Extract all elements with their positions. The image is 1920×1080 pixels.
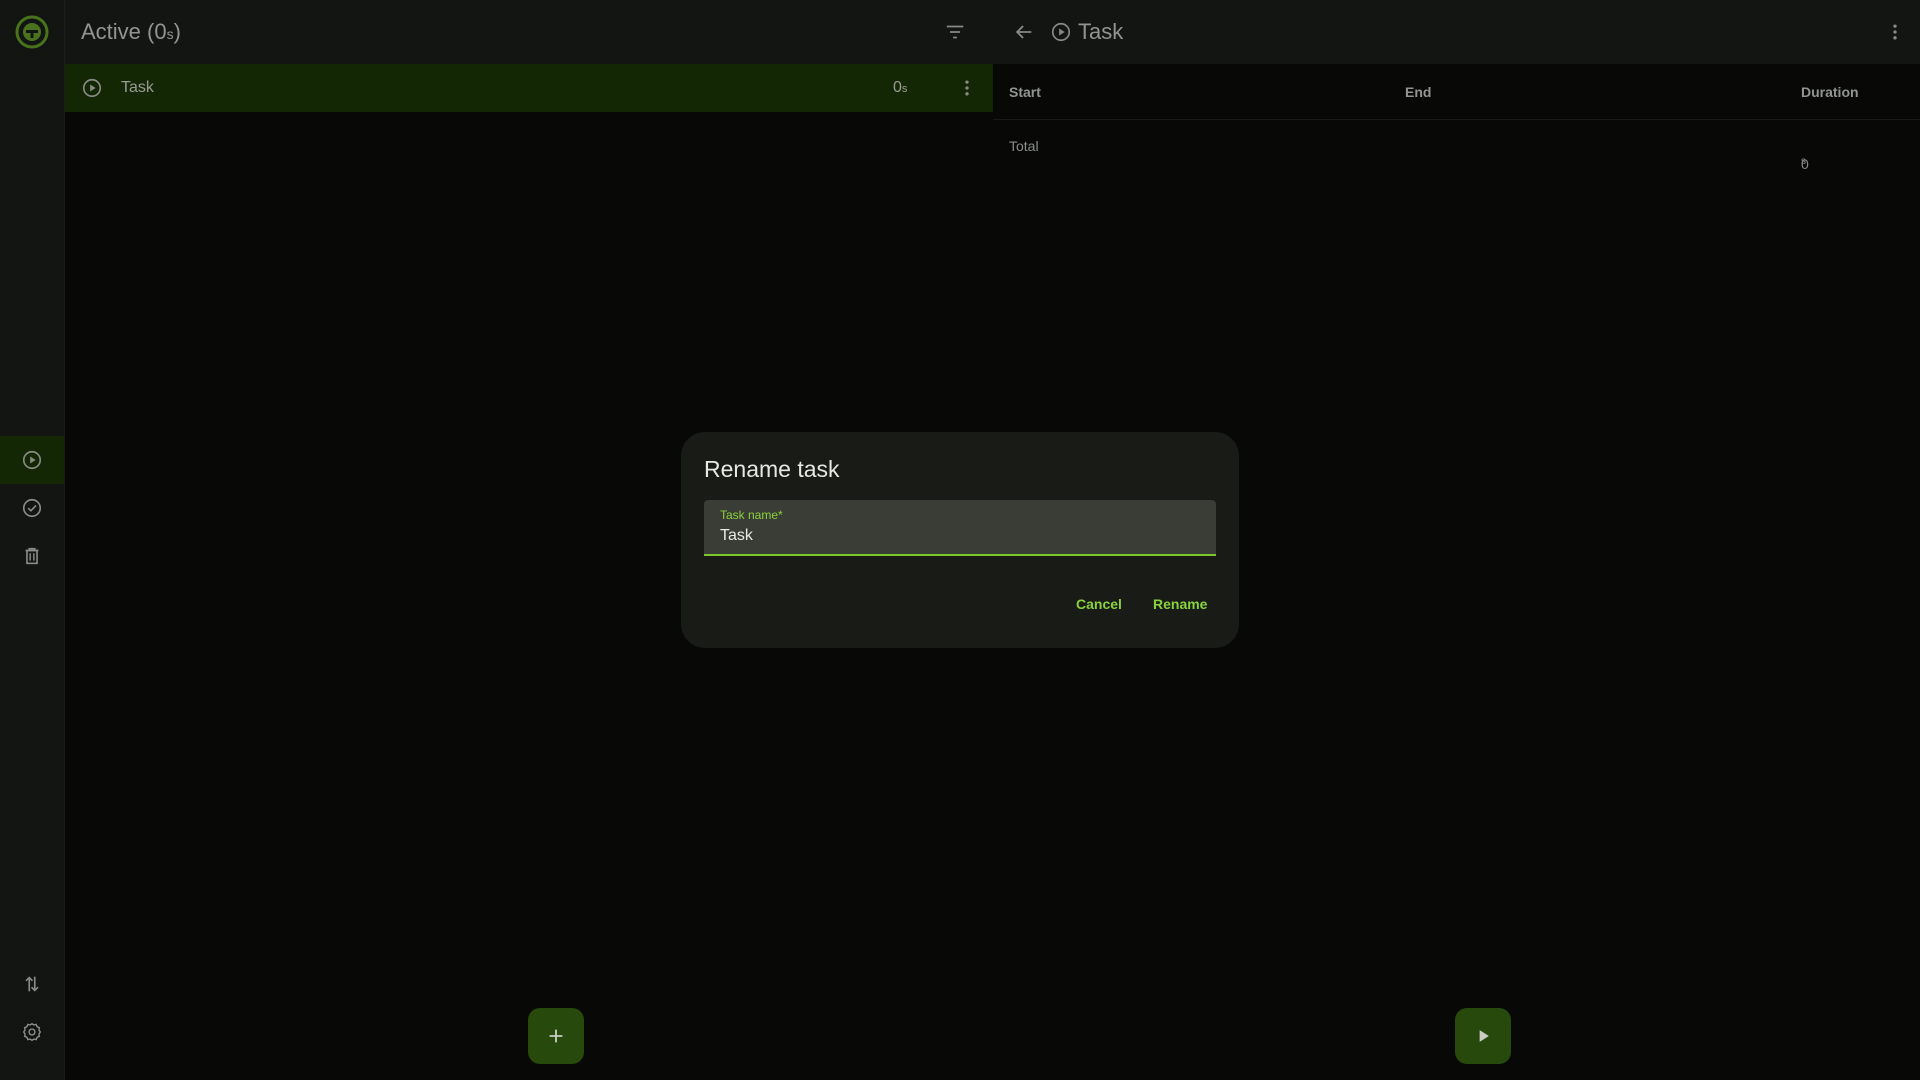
task-name-label: Task name*	[720, 508, 783, 522]
rename-task-dialog: Rename task Task name* Cancel Rename	[681, 432, 1239, 648]
play-icon	[1479, 1030, 1489, 1042]
task-name-field[interactable]: Task name*	[704, 500, 1216, 556]
cancel-button[interactable]: Cancel	[1064, 590, 1134, 618]
start-timer-button[interactable]	[1455, 1008, 1511, 1064]
plus-icon	[549, 1029, 563, 1043]
dialog-title: Rename task	[704, 456, 840, 482]
app-root: Active (0s) Task 0s Task Start End Durat…	[0, 0, 1920, 1080]
rename-button[interactable]: Rename	[1141, 590, 1219, 618]
task-name-input[interactable]	[720, 524, 1200, 548]
add-task-button[interactable]	[528, 1008, 584, 1064]
